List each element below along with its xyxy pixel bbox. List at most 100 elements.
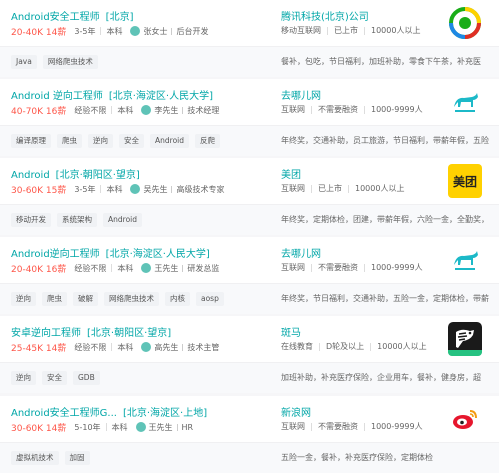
company-size: 10000人以上: [371, 26, 421, 35]
skill-tag: 虚拟机技术: [11, 451, 59, 465]
zebra-logo[interactable]: [448, 322, 482, 356]
job-location: [北京·海淀区·上地]: [122, 408, 208, 419]
salary: 25-45K 14薪: [11, 343, 67, 354]
job-title[interactable]: Android安全工程师: [11, 12, 100, 23]
qunar-logo[interactable]: [448, 85, 482, 119]
skill-tag: 网络爬虫技术: [42, 55, 98, 69]
company-industry: 互联网: [281, 422, 305, 431]
skill-tag: 爬虫: [57, 134, 82, 148]
company-name[interactable]: 去哪儿网: [281, 245, 321, 260]
job-card[interactable]: Android [北京·朝阳区·望京] 30-60K 15薪 3-5年 本科 吴先…: [0, 158, 499, 235]
job-card[interactable]: Android安全工程师G... [北京·海淀区·上地] 30-60K 14薪 5…: [0, 396, 499, 473]
job-title-line[interactable]: Android逆向工程师 [北京·海淀区·人民大学]: [11, 245, 210, 260]
job-title[interactable]: 安卓逆向工程师: [11, 328, 81, 339]
job-title[interactable]: Android安全工程师G...: [11, 408, 117, 419]
welfare-text: 加班补助，补充医疗保险，企业用车，餐补，健身房，超: [281, 373, 481, 382]
welfare-text: 五险一金，餐补，补充医疗保险，定期体检: [281, 453, 433, 462]
job-title-line[interactable]: 安卓逆向工程师 [北京·朝阳区·望京]: [11, 324, 171, 339]
company-name[interactable]: 美团: [281, 166, 301, 181]
salary: 30-60K 15薪: [11, 185, 67, 196]
divider: [105, 423, 107, 431]
job-meta: 30-60K 15薪 3-5年 本科 吴先生 高级技术专家: [11, 182, 224, 196]
company-name[interactable]: 腾讯科技(北京)公司: [281, 8, 369, 23]
skill-tag: 加固: [64, 451, 90, 465]
avatar: [141, 263, 152, 273]
recruiter[interactable]: 吴先生 高级技术专家: [130, 184, 224, 195]
job-title[interactable]: Android 逆向工程师: [11, 91, 103, 102]
job-meta: 40-70K 16薪 经验不限 本科 李先生 技术经理: [11, 103, 219, 117]
experience: 3-5年: [74, 184, 96, 194]
recruiter[interactable]: 王先生 研发总监: [141, 263, 219, 274]
meituan-logo-text: 美团: [452, 174, 477, 189]
divider: [364, 263, 365, 272]
qunar-logo[interactable]: [448, 243, 482, 277]
skill-tag: 逆向: [88, 134, 113, 148]
avatar: [141, 342, 152, 352]
skill-tag: 移动开发: [11, 213, 51, 227]
recruiter[interactable]: 王先生 HR: [135, 422, 193, 433]
job-title[interactable]: Android: [11, 170, 50, 181]
job-card[interactable]: Android逆向工程师 [北京·海淀区·人民大学] 20-40K 16薪 经验不…: [0, 237, 499, 314]
company-name[interactable]: 新浪网: [281, 404, 311, 419]
education: 本科: [117, 105, 134, 115]
company-size: 1000-9999人: [371, 422, 423, 431]
company-stage: 已上市: [318, 184, 342, 193]
job-card[interactable]: Android 逆向工程师 [北京·海淀区·人民大学] 40-70K 16薪 经验…: [0, 79, 499, 156]
avatar: [141, 105, 152, 115]
skill-tag: 逆向: [11, 371, 36, 385]
recruiter-role: 高级技术专家: [176, 184, 225, 194]
skill-tag: 安全: [42, 371, 67, 385]
education: 本科: [117, 342, 134, 352]
avatar: [130, 184, 141, 194]
job-card[interactable]: 安卓逆向工程师 [北京·朝阳区·望京] 25-45K 14薪 经验不限 本科 高先…: [0, 316, 499, 393]
divider: [171, 27, 173, 35]
company-industry: 互联网: [281, 263, 305, 272]
job-title-line[interactable]: Android安全工程师 [北京]: [11, 8, 133, 23]
experience: 经验不限: [74, 263, 107, 273]
divider: [370, 342, 372, 351]
divider: [182, 343, 184, 351]
divider: [176, 423, 178, 431]
education: 本科: [106, 26, 123, 36]
job-card[interactable]: Android安全工程师 [北京] 20-40K 14薪 3-5年 本科 张女士 …: [0, 0, 499, 77]
skill-tag: 系统架构: [57, 213, 97, 227]
job-meta: 20-40K 14薪 3-5年 本科 张女士 后台开发: [11, 24, 208, 38]
divider: [182, 106, 184, 114]
company-name[interactable]: 去哪儿网: [281, 87, 321, 102]
job-title[interactable]: Android逆向工程师: [11, 249, 100, 260]
job-title-line[interactable]: Android 逆向工程师 [北京·海淀区·人民大学]: [11, 87, 213, 102]
salary: 20-40K 16薪: [11, 264, 67, 275]
skill-tags: 逆向 安全 GDB: [11, 371, 100, 385]
divider: [327, 26, 328, 35]
meituan-logo[interactable]: 美团: [448, 164, 482, 198]
job-title-line[interactable]: Android安全工程师G... [北京·海淀区·上地]: [11, 404, 207, 419]
company-size: 1000-9999人: [371, 105, 423, 114]
experience: 经验不限: [74, 105, 107, 115]
education: 本科: [111, 422, 128, 432]
divider: [100, 185, 102, 193]
skill-tag: 爬虫: [42, 292, 67, 306]
skill-tags: 虚拟机技术 加固: [11, 451, 90, 465]
recruiter[interactable]: 高先生 技术主管: [141, 342, 219, 353]
sina-logo[interactable]: [448, 402, 482, 436]
welfare-text: 年终奖，节日福利，交通补助，五险一金，定期体检，带薪: [281, 294, 489, 303]
salary: 20-40K 14薪: [11, 27, 67, 38]
job-location: [北京·海淀区·人民大学]: [108, 91, 214, 102]
tencent-logo[interactable]: [448, 6, 482, 40]
company-industry: 互联网: [281, 105, 305, 114]
recruiter-name: 吴先生: [143, 184, 168, 194]
recruiter-role: 技术经理: [187, 105, 220, 115]
job-location: [北京·朝阳区·望京]: [55, 170, 140, 181]
experience: 经验不限: [74, 342, 107, 352]
company-industry: 移动互联网: [281, 26, 321, 35]
company-industry: 在线教育: [281, 342, 313, 351]
job-title-line[interactable]: Android [北京·朝阳区·望京]: [11, 166, 140, 181]
skill-tag: Android: [150, 134, 189, 148]
company-name[interactable]: 斑马: [281, 324, 301, 339]
recruiter[interactable]: 张女士 后台开发: [130, 26, 208, 37]
skill-tags: 移动开发 系统架构 Android: [11, 213, 142, 227]
company-meta: 互联网 不需要融资 1000-9999人: [281, 421, 423, 432]
skill-tag: aosp: [196, 292, 224, 306]
recruiter[interactable]: 李先生 技术经理: [141, 105, 219, 116]
welfare-text: 年终奖，定期体检，团建，带薪年假，六险一金，全勤奖，: [281, 215, 489, 224]
